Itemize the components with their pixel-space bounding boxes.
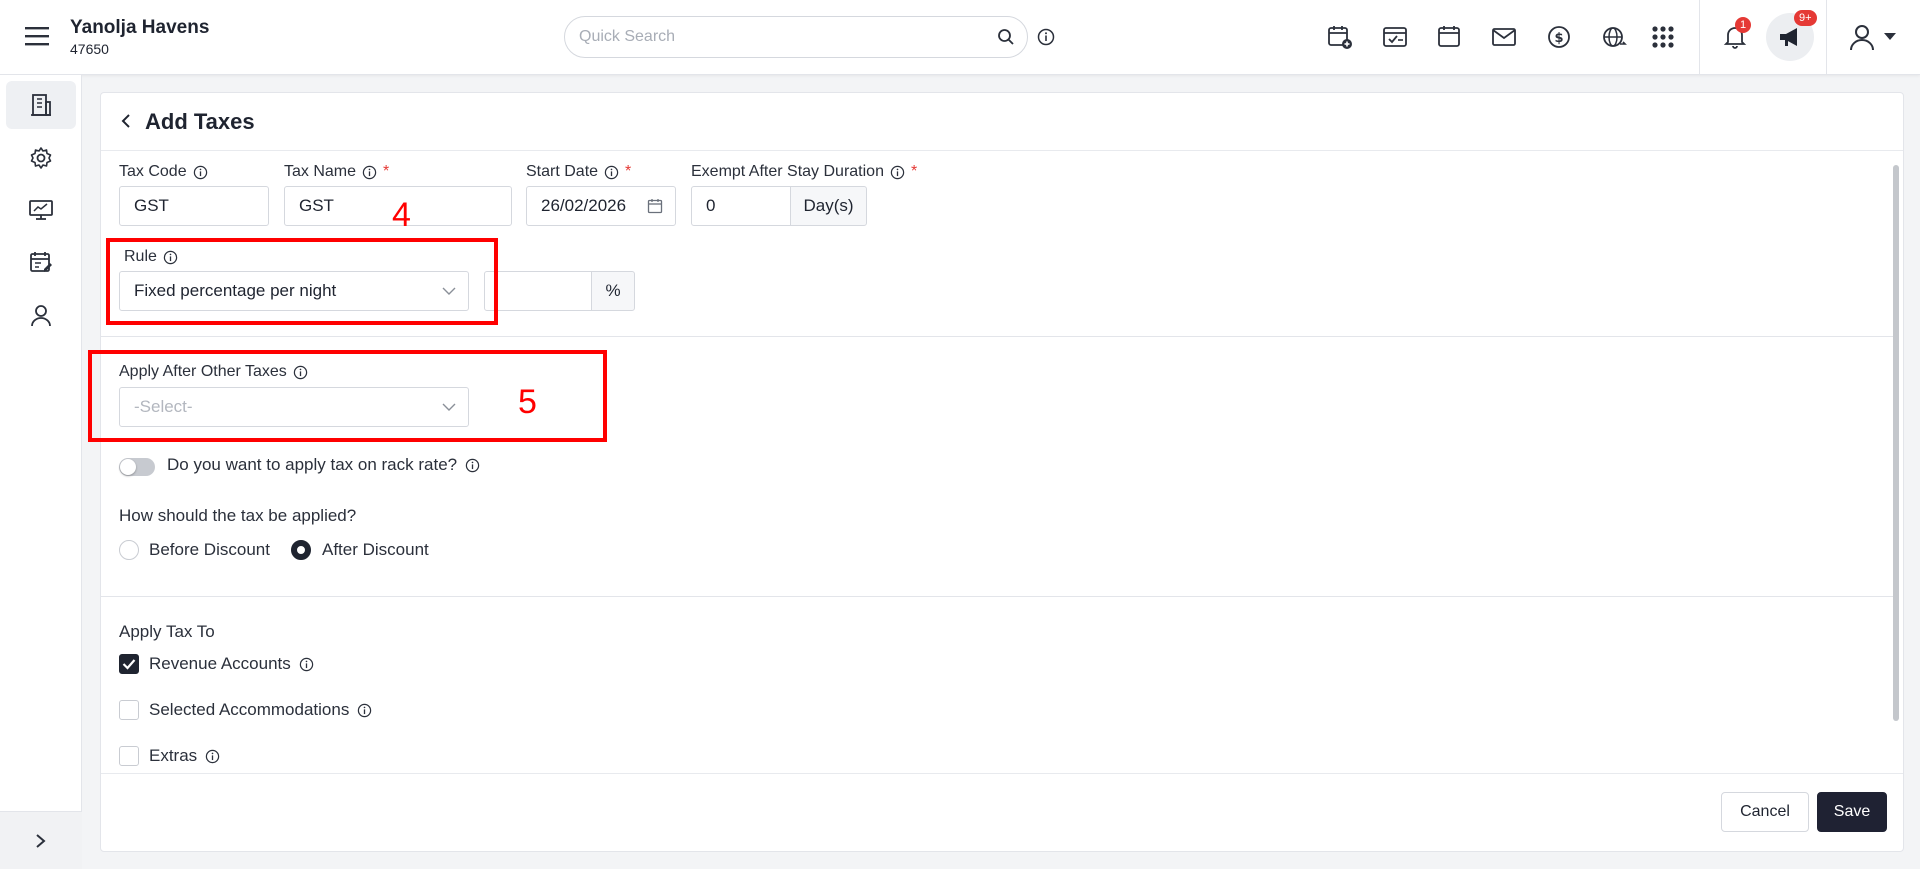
search-info-icon[interactable] [1037,28,1055,46]
tax-name-label: Tax Name * [284,163,390,180]
revenue-accounts-label: Revenue Accounts [149,654,314,674]
header-divider [1826,0,1827,75]
notification-badge: 1 [1735,17,1752,33]
rule-amount-input[interactable] [484,271,592,311]
sidebar-item-channel[interactable] [6,186,76,234]
info-icon[interactable] [362,165,377,180]
info-icon[interactable] [357,703,372,718]
calendar-icon[interactable] [1434,22,1464,52]
search-icon[interactable] [997,28,1015,46]
apply-method-label: How should the tax be applied? [119,506,357,525]
rule-unit-addon: % [591,271,635,311]
add-taxes-card: Add Taxes Tax Code Tax Name * Start Date… [100,92,1904,852]
info-icon[interactable] [193,165,208,180]
info-icon[interactable] [604,165,619,180]
info-icon[interactable] [205,749,220,764]
header-divider [1699,0,1700,75]
checkmark-icon [122,659,136,670]
section-divider [101,596,1893,597]
caret-down-icon[interactable] [1880,22,1900,52]
before-discount-radio[interactable] [119,540,139,560]
exempt-label: Exempt After Stay Duration * [691,163,918,180]
tax-code-label: Tax Code [119,163,208,181]
sidebar-item-reservations[interactable] [6,238,76,286]
property-id: 47650 [70,41,109,57]
user-profile-icon[interactable] [1845,22,1879,52]
form-scrollbar[interactable] [1891,155,1901,775]
after-discount-radio[interactable] [291,540,311,560]
apps-grid-icon[interactable] [1648,22,1678,52]
sidebar [0,75,82,869]
megaphone-icon [1780,28,1797,46]
exempt-unit-addon: Day(s) [790,186,867,226]
info-icon[interactable] [299,657,314,672]
calendar-add-icon[interactable] [1325,22,1355,52]
extras-checkbox[interactable] [119,746,139,766]
back-arrow-icon[interactable] [119,111,133,131]
user-icon [31,305,51,327]
required-asterisk: * [383,163,390,180]
required-asterisk: * [910,163,918,180]
selected-accommodations-label: Selected Accommodations [149,700,372,720]
top-header: Yanolja Havens 47650 $ 1 9+ [0,0,1920,75]
selected-accommodations-checkbox[interactable] [119,700,139,720]
dollar-icon[interactable]: $ [1544,22,1574,52]
gear-icon [30,147,52,169]
chevron-right-icon [36,833,46,848]
announcement-badge: 9+ [1794,10,1817,26]
tax-code-input[interactable]: GST [119,186,269,226]
calendar-check-icon[interactable] [1380,22,1410,52]
start-date-label: Start Date * [526,163,632,180]
building-icon [31,94,51,116]
page-title: Add Taxes [145,109,255,134]
info-icon[interactable] [465,458,480,473]
sidebar-item-property[interactable] [6,81,76,129]
search-input[interactable] [579,17,979,57]
property-name: Yanolja Havens [70,17,210,38]
revenue-accounts-checkbox[interactable] [119,654,139,674]
after-discount-label: After Discount [322,540,429,559]
card-footer: Cancel Save [101,773,1903,851]
hamburger-menu-icon[interactable] [25,25,51,47]
sidebar-expand-button[interactable] [0,811,82,869]
rack-rate-toggle[interactable] [119,458,155,476]
before-discount-label: Before Discount [149,540,270,559]
sidebar-item-settings[interactable] [6,134,76,182]
sidebar-item-users[interactable] [6,291,76,339]
calendar-icon[interactable] [647,198,663,214]
card-header: Add Taxes [101,93,1903,151]
cancel-button[interactable]: Cancel [1721,792,1809,832]
section-divider [101,336,1893,337]
extras-label: Extras [149,746,220,766]
annotation-number-5: 5 [518,383,537,421]
save-button[interactable]: Save [1817,792,1887,832]
globe-icon[interactable] [1599,22,1629,52]
quick-search [564,16,1028,58]
start-date-input[interactable]: 26/02/2026 [526,186,676,226]
rack-rate-label: Do you want to apply tax on rack rate? [167,455,480,475]
svg-text:$: $ [1554,31,1563,46]
calendar-edit-icon [30,252,52,272]
info-icon[interactable] [890,165,905,180]
mail-icon[interactable] [1489,22,1519,52]
required-asterisk: * [625,163,632,180]
scrollbar-thumb[interactable] [1893,165,1899,721]
annotation-box-4 [106,238,498,325]
monitor-icon [29,200,53,220]
annotation-number-4: 4 [392,196,411,234]
exempt-duration-input[interactable]: 0 [691,186,791,226]
apply-to-label: Apply Tax To [119,622,215,641]
